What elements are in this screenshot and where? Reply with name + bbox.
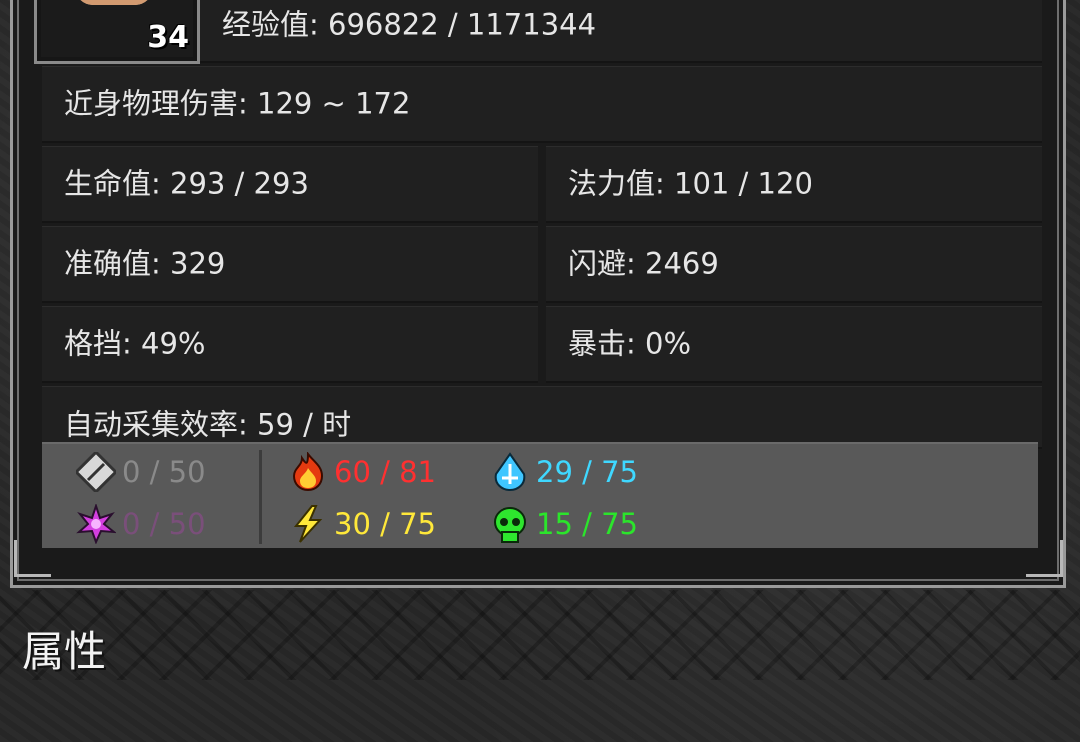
hp-label: 生命值: 293 / 293: [64, 166, 309, 201]
hero-avatar-frame[interactable]: 34: [34, 0, 200, 64]
hero-avatar: [75, 0, 153, 5]
crit-row: 暴击: 0%: [546, 306, 1042, 381]
dodge-label: 闪避: 2469: [568, 246, 719, 281]
fire-resist-icon: [292, 452, 324, 492]
crit-label: 暴击: 0%: [568, 326, 691, 361]
exp-label: 经验值: 696822 / 1171344: [222, 7, 597, 42]
stone-pattern-band: [0, 590, 1080, 680]
exp-row: 经验值: 696822 / 1171344: [200, 0, 1042, 61]
melee-damage-row: 近身物理伤害: 129 ~ 172: [42, 66, 1042, 141]
gather-label: 自动采集效率: 59 / 时: [64, 407, 352, 442]
section-title[interactable]: 属性: [22, 618, 106, 679]
hero-level: 34: [147, 20, 189, 55]
dodge-row: 闪避: 2469: [546, 226, 1042, 301]
cold-resist-icon: [494, 452, 526, 492]
arcane-resist-icon: [76, 504, 116, 544]
poison-resist-icon: [494, 507, 526, 543]
lightning-resist-value: 30 / 75: [334, 507, 437, 541]
accuracy-row: 准确值: 329: [42, 226, 538, 301]
hp-row: 生命值: 293 / 293: [42, 146, 538, 221]
mp-label: 法力值: 101 / 120: [568, 166, 813, 201]
melee-damage-label: 近身物理伤害: 129 ~ 172: [64, 86, 411, 121]
gather-row: 自动采集效率: 59 / 时: [42, 386, 1042, 447]
physical-resist-icon: [76, 452, 116, 492]
fire-resist-value: 60 / 81: [334, 455, 437, 489]
lightning-resist-icon: [293, 505, 323, 543]
poison-resist-value: 15 / 75: [536, 507, 639, 541]
mp-row: 法力值: 101 / 120: [546, 146, 1042, 221]
arcane-resist-value: 0 / 50: [122, 507, 206, 541]
accuracy-label: 准确值: 329: [64, 246, 226, 281]
block-label: 格挡: 49%: [64, 326, 206, 361]
physical-resist-value: 0 / 50: [122, 455, 206, 489]
cold-resist-value: 29 / 75: [536, 455, 639, 489]
block-row: 格挡: 49%: [42, 306, 538, 381]
resistance-panel: 0 / 50 0 / 50 60 / 81 30 / 75 29 / 75 15…: [42, 442, 1038, 548]
resistance-divider: [259, 450, 262, 544]
